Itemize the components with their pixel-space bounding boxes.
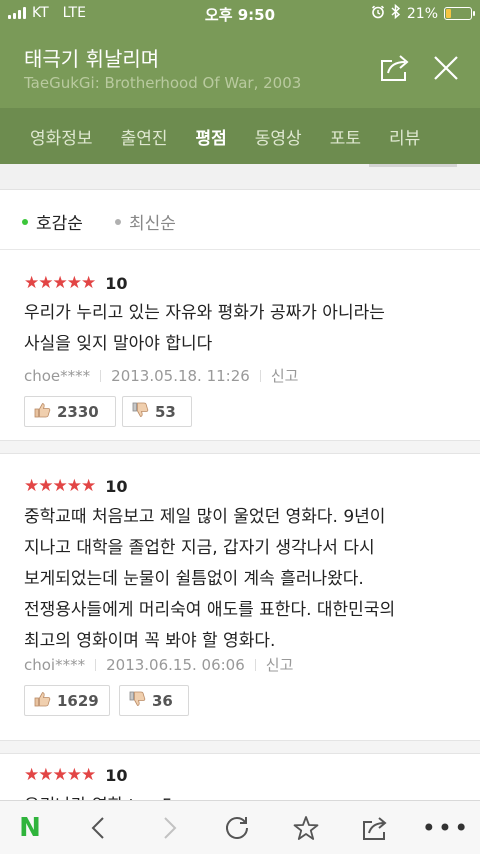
- thumbs-down-icon: [132, 402, 149, 422]
- dislike-button[interactable]: 53: [122, 396, 192, 427]
- more-dots: •••: [421, 814, 471, 842]
- bookmark-star-icon[interactable]: [289, 811, 323, 845]
- sort-by-likes[interactable]: 호감순: [22, 209, 83, 234]
- review-line: 보게되었는데 눈물이 쉴틈없이 계속 흘러나왔다.: [24, 569, 364, 589]
- star-rating: ★★★★★ 10: [24, 765, 127, 785]
- review-text: 우리나라 영화 top 5: [24, 791, 464, 800]
- review-line: 지나고 대학을 졸업한 지금, 갑자기 생각나서 다시: [24, 538, 375, 558]
- like-button[interactable]: 2330: [24, 396, 116, 427]
- back-icon[interactable]: [81, 811, 115, 845]
- inactive-dot-icon: [115, 218, 121, 225]
- like-button[interactable]: 1629: [24, 685, 110, 716]
- meta-divider: [259, 369, 261, 382]
- review-meta: choe**** 2013.05.18. 11:26 신고: [24, 365, 298, 386]
- scroll-hint: [369, 164, 457, 167]
- active-dot-icon: [22, 218, 28, 225]
- share-icon[interactable]: [378, 52, 412, 84]
- meta-divider: [95, 658, 97, 671]
- review-item: ★★★★★ 10 중학교때 처음보고 제일 많이 울었던 영화다. 9년이 지나…: [0, 474, 480, 740]
- dislike-button[interactable]: 36: [119, 685, 189, 716]
- review-item: ★★★★★ 10 우리나라 영화 top 5: [0, 763, 480, 800]
- dislike-count: 53: [155, 402, 176, 421]
- sort-by-latest[interactable]: 최신순: [115, 209, 176, 234]
- review-meta: choi**** 2013.06.15. 06:06 신고: [24, 654, 293, 675]
- like-count: 2330: [57, 402, 99, 421]
- star-rating: ★★★★★ 10: [24, 273, 127, 293]
- review-line: 사실을 잊지 말아야 합니다: [24, 334, 213, 354]
- battery-icon: [444, 7, 475, 20]
- meta-divider: [100, 369, 102, 382]
- review-line: 우리가 누리고 있는 자유와 평화가 공짜가 아니라는: [24, 303, 385, 323]
- stars-icon: ★★★★★: [24, 476, 96, 496]
- tab-movie-info[interactable]: 영화정보: [0, 124, 93, 149]
- report-link[interactable]: 신고: [271, 365, 299, 386]
- review-line: 전쟁용사들에게 머리숙여 애도를 표한다. 대한민국의: [24, 600, 396, 620]
- naver-logo-text: N: [19, 813, 41, 843]
- sort-label: 호감순: [36, 214, 83, 234]
- movie-title: 태극기 휘날리며: [24, 47, 160, 71]
- review-date: 2013.05.18. 11:26: [111, 366, 250, 385]
- stars-icon: ★★★★★: [24, 273, 96, 293]
- like-count: 1629: [57, 691, 99, 710]
- star-rating: ★★★★★ 10: [24, 476, 127, 496]
- section-divider: [0, 740, 480, 754]
- review-line: 중학교때 처음보고 제일 많이 울었던 영화다. 9년이: [24, 507, 386, 527]
- status-bar: KT LTE 오후 9:50 21%: [0, 0, 480, 26]
- rating-score: 10: [105, 765, 128, 785]
- tab-photos[interactable]: 포토: [302, 124, 361, 149]
- more-icon[interactable]: •••: [422, 811, 468, 845]
- thumbs-down-icon: [129, 691, 146, 711]
- section-divider: [0, 440, 480, 454]
- report-link[interactable]: 신고: [266, 654, 294, 675]
- movie-subtitle: TaeGukGi: Brotherhood Of War, 2003: [24, 74, 302, 92]
- rating-score: 10: [105, 476, 128, 496]
- tab-cast[interactable]: 출연진: [93, 124, 168, 149]
- rating-score: 10: [105, 273, 128, 293]
- naver-logo-icon[interactable]: N: [13, 811, 47, 845]
- review-item: ★★★★★ 10 우리가 누리고 있는 자유와 평화가 공짜가 아니라는 사실을…: [0, 270, 480, 440]
- bluetooth-icon: [391, 3, 401, 23]
- sort-label: 최신순: [129, 214, 176, 234]
- meta-divider: [254, 658, 256, 671]
- dislike-count: 36: [152, 691, 173, 710]
- tab-reviews[interactable]: 리뷰: [361, 124, 420, 149]
- thumbs-up-icon: [34, 691, 51, 711]
- review-text: 우리가 누리고 있는 자유와 평화가 공짜가 아니라는 사실을 잊지 말아야 합…: [24, 298, 464, 360]
- review-date: 2013.06.15. 06:06: [106, 655, 245, 674]
- review-text: 중학교때 처음보고 제일 많이 울었던 영화다. 9년이 지나고 대학을 졸업한…: [24, 502, 464, 657]
- forward-icon[interactable]: [153, 811, 187, 845]
- thumbs-up-icon: [34, 402, 51, 422]
- battery-percent: 21%: [406, 5, 438, 22]
- review-line: 최고의 영화이며 꼭 봐야 할 영화다.: [24, 631, 276, 651]
- browser-toolbar: N •••: [0, 800, 480, 854]
- review-user: choe****: [24, 366, 91, 385]
- tab-bar: 영화정보 출연진 평점 동영상 포토 리뷰: [0, 108, 480, 164]
- share-icon[interactable]: [358, 811, 392, 845]
- tab-underlay: [0, 164, 480, 190]
- review-line: 우리나라 영화 top 5: [24, 791, 464, 800]
- tab-ratings[interactable]: 평점: [167, 124, 226, 149]
- alarm-icon: [371, 5, 385, 23]
- close-icon[interactable]: [430, 52, 462, 84]
- sort-bar: 호감순 최신순: [0, 190, 480, 250]
- movie-header: 태극기 휘날리며 TaeGukGi: Brotherhood Of War, 2…: [0, 26, 480, 108]
- stars-icon: ★★★★★: [24, 765, 96, 785]
- review-user: choi****: [24, 655, 86, 674]
- refresh-icon[interactable]: [220, 811, 254, 845]
- tab-videos[interactable]: 동영상: [227, 124, 302, 149]
